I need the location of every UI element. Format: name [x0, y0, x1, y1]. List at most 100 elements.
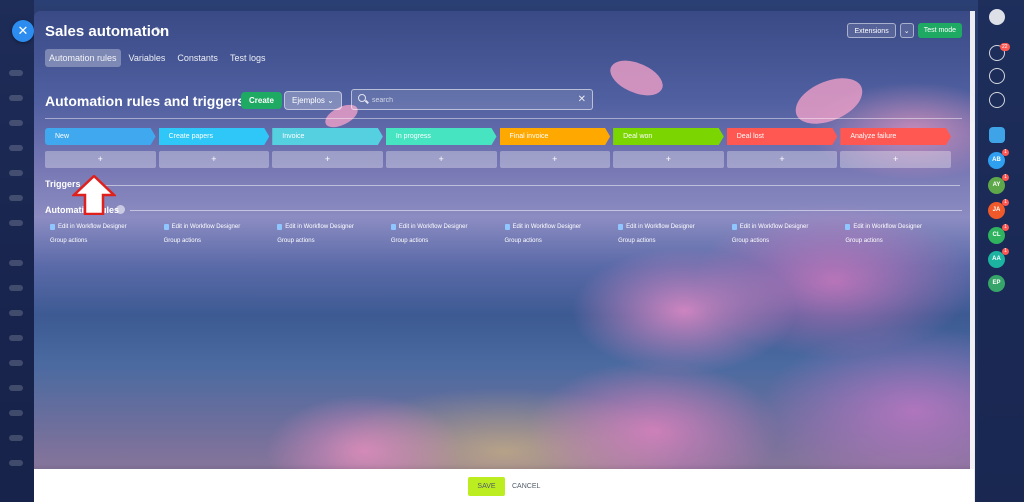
petal-decoration — [790, 72, 868, 130]
automation-panel: Sales automation ✎ Automation rules Vari… — [34, 11, 974, 502]
close-icon: ✕ — [17, 23, 29, 38]
edit-workflow-label: Edit in Workflow Designer — [512, 224, 582, 230]
add-trigger-row: + + + + + + + + — [45, 151, 951, 168]
lock-icon — [618, 224, 624, 230]
automation-column: Edit in Workflow Designer Group actions — [727, 224, 838, 244]
save-button[interactable]: SAVE — [468, 477, 505, 496]
add-trigger-button[interactable]: + — [840, 151, 951, 168]
lock-icon — [845, 224, 851, 230]
stage-create-papers[interactable]: Create papers — [159, 128, 270, 145]
add-trigger-button[interactable]: + — [45, 151, 156, 168]
stage-bar: New Create papers Invoice In progress Fi… — [45, 128, 951, 145]
edit-workflow-label: Edit in Workflow Designer — [626, 224, 695, 230]
scrollbar[interactable] — [970, 11, 975, 502]
clear-icon[interactable]: ✕ — [578, 94, 586, 106]
cancel-button[interactable]: CANCEL — [512, 477, 540, 496]
panel-header: Sales automation ✎ Automation rules Vari… — [34, 11, 974, 71]
edit-workflow-link[interactable]: Edit in Workflow Designer — [504, 224, 611, 230]
stage-new[interactable]: New — [45, 128, 156, 145]
add-trigger-button[interactable]: + — [499, 151, 611, 168]
header-actions: Extensions ⌄ Test mode — [847, 23, 962, 38]
lock-icon — [163, 224, 169, 230]
stage-deal-lost[interactable]: Deal lost — [727, 128, 838, 145]
tab-automation-rules[interactable]: Automation rules — [45, 49, 121, 67]
chevron-down-icon[interactable]: ⌄ — [899, 23, 914, 38]
edit-workflow-link[interactable]: Edit in Workflow Designer — [390, 224, 497, 230]
close-slider-button[interactable]: ✕ — [12, 20, 34, 42]
lock-icon — [390, 224, 396, 230]
automation-column: Edit in Workflow Designer Group actions — [45, 224, 156, 244]
automation-columns: Edit in Workflow Designer Group actions … — [45, 224, 951, 244]
automation-column: Edit in Workflow Designer Group actions — [159, 224, 270, 244]
stage-invoice[interactable]: Invoice — [272, 128, 383, 145]
unread-badge: 1 — [1002, 149, 1009, 156]
unread-badge: 1 — [1002, 199, 1009, 206]
arrow-up-annotation-icon — [72, 175, 116, 215]
lock-icon — [731, 224, 737, 230]
automation-column: Edit in Workflow Designer Group actions — [613, 224, 724, 244]
edit-workflow-label: Edit in Workflow Designer — [285, 224, 354, 230]
messenger-icon[interactable] — [989, 127, 1005, 143]
edit-workflow-link[interactable]: Edit in Workflow Designer — [731, 224, 838, 230]
stage-deal-won[interactable]: Deal won — [613, 128, 724, 145]
user-profile-icon[interactable] — [989, 9, 1005, 25]
group-actions-link[interactable]: Group actions — [845, 238, 951, 244]
tab-variables[interactable]: Variables — [125, 49, 170, 67]
edit-workflow-link[interactable]: Edit in Workflow Designer — [163, 224, 270, 230]
tab-constants[interactable]: Constants — [173, 49, 222, 67]
edit-workflow-label: Edit in Workflow Designer — [171, 224, 241, 230]
right-rail: 22 AB 1 AY 1 JA 1 CL 1 AA 1 EP — [978, 0, 1024, 502]
footer-bar: SAVE CANCEL — [34, 469, 974, 502]
stage-in-progress[interactable]: In progress — [386, 128, 497, 145]
group-actions-link[interactable]: Group actions — [618, 238, 724, 244]
ejemplos-dropdown[interactable]: Ejemplos ⌄ — [284, 91, 342, 110]
create-button[interactable]: Create — [241, 92, 282, 109]
edit-workflow-link[interactable]: Edit in Workflow Designer — [845, 224, 951, 230]
edit-workflow-label: Edit in Workflow Designer — [853, 224, 922, 230]
edit-workflow-link[interactable]: Edit in Workflow Designer — [618, 224, 724, 230]
search-input[interactable] — [372, 93, 572, 107]
add-trigger-button[interactable]: + — [385, 151, 497, 168]
group-actions-link[interactable]: Group actions — [277, 238, 383, 244]
section-title: Automation rules and triggers — [45, 93, 245, 109]
stage-final-invoice[interactable]: Final invoice — [500, 128, 611, 145]
add-trigger-button[interactable]: + — [272, 151, 383, 168]
info-icon[interactable] — [116, 205, 125, 214]
edit-workflow-label: Edit in Workflow Designer — [739, 224, 809, 230]
lock-icon — [50, 224, 55, 230]
group-actions-link[interactable]: Group actions — [732, 238, 838, 244]
tab-bar: Automation rules Variables Constants Tes… — [45, 49, 269, 67]
group-actions-link[interactable]: Group actions — [505, 238, 611, 244]
search-box[interactable]: ✕ — [351, 89, 593, 110]
notification-badge: 22 — [1000, 43, 1010, 51]
stage-analyze-failure[interactable]: Analyze failure — [840, 128, 951, 145]
avatar[interactable]: EP — [988, 275, 1005, 292]
extensions-button[interactable]: Extensions — [847, 23, 896, 38]
automation-column: Edit in Workflow Designer Group actions — [840, 224, 951, 244]
automation-column: Edit in Workflow Designer Group actions — [500, 224, 611, 244]
chevron-down-icon: ⌄ — [327, 96, 334, 105]
add-trigger-button[interactable]: + — [613, 151, 724, 168]
group-actions-link[interactable]: Group actions — [164, 238, 270, 244]
openai-icon[interactable] — [989, 68, 1005, 84]
divider — [92, 185, 960, 186]
pencil-icon[interactable]: ✎ — [154, 26, 162, 37]
unread-badge: 1 — [1002, 224, 1009, 231]
lock-icon — [504, 224, 510, 230]
edit-workflow-label: Edit in Workflow Designer — [398, 224, 468, 230]
automation-column: Edit in Workflow Designer Group actions — [386, 224, 497, 244]
add-trigger-button[interactable]: + — [158, 151, 270, 168]
group-actions-link[interactable]: Group actions — [391, 238, 497, 244]
lock-icon — [277, 224, 283, 230]
add-trigger-button[interactable]: + — [726, 151, 838, 168]
test-mode-button[interactable]: Test mode — [917, 23, 962, 38]
group-actions-link[interactable]: Group actions — [50, 238, 156, 244]
search-icon — [358, 94, 366, 102]
edit-workflow-link[interactable]: Edit in Workflow Designer — [277, 224, 383, 230]
background-left-menu — [0, 0, 34, 502]
ejemplos-label: Ejemplos — [292, 96, 325, 105]
edit-workflow-link[interactable]: Edit in Workflow Designer — [50, 224, 156, 230]
tab-test-logs[interactable]: Test logs — [226, 49, 270, 67]
page-title: Sales automation — [45, 23, 170, 40]
chat-icon[interactable] — [989, 92, 1005, 108]
